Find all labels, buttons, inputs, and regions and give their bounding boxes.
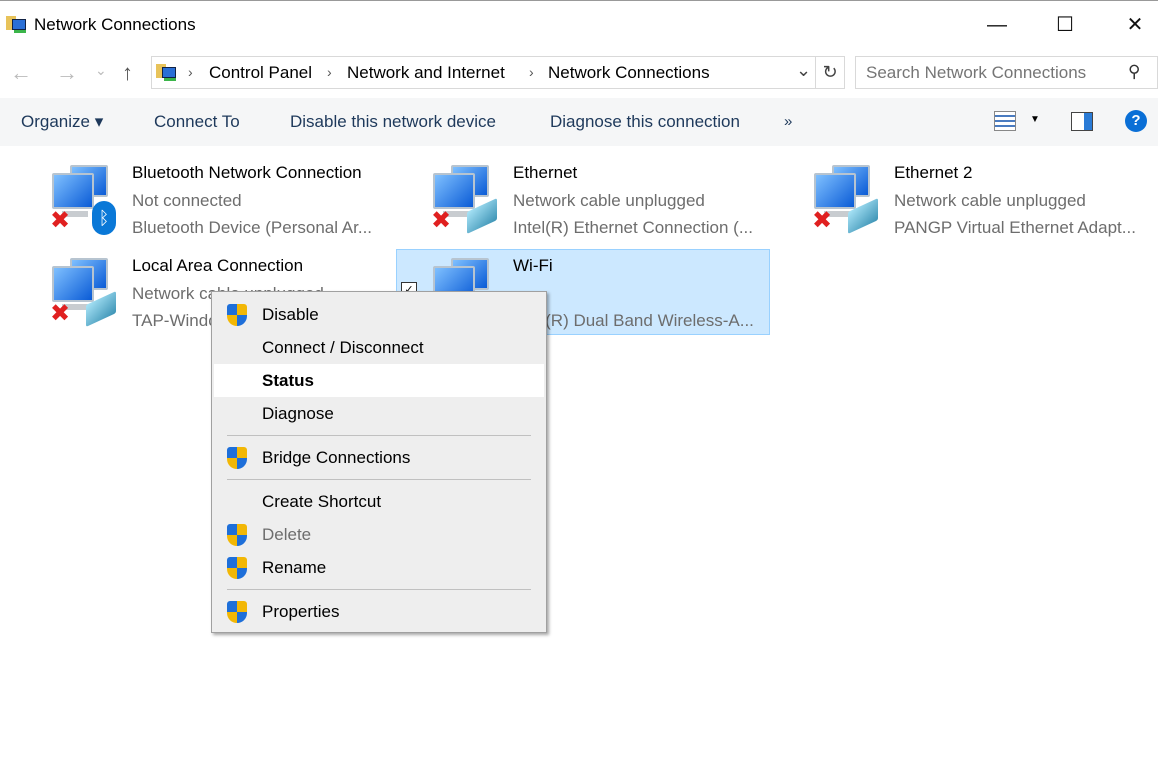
disconnected-icon: ✖ — [812, 207, 833, 234]
menu-item-properties[interactable]: Properties — [212, 595, 546, 628]
menu-item-create-shortcut[interactable]: Create Shortcut — [212, 485, 546, 518]
menu-separator — [227, 589, 531, 590]
connection-device: PANGP Virtual Ethernet Adapt... — [894, 218, 1136, 237]
network-adapter-icon: ✖ — [812, 165, 878, 234]
disconnected-icon: ✖ — [50, 207, 71, 234]
help-icon[interactable]: ? — [1125, 110, 1147, 132]
refresh-button[interactable]: ↻ — [816, 56, 845, 89]
connection-status: Network cable unplugged — [513, 191, 705, 210]
change-view-icon[interactable] — [994, 111, 1016, 131]
network-adapter-icon: ✖ — [50, 258, 116, 327]
connection-ethernet[interactable]: ✖ Ethernet Network cable unplugged Intel… — [431, 161, 776, 245]
uac-shield-icon — [227, 524, 247, 546]
connect-to-button[interactable]: Connect To — [154, 112, 240, 132]
search-input[interactable] — [855, 56, 1158, 89]
forward-button[interactable]: → — [56, 60, 78, 86]
top-edge — [0, 0, 1158, 3]
uac-shield-icon — [227, 557, 247, 579]
menu-item-disable[interactable]: Disable — [212, 298, 546, 331]
menu-item-status[interactable]: Status — [214, 364, 544, 397]
breadcrumb-control-panel[interactable]: Control Panel — [209, 63, 312, 83]
uac-shield-icon — [227, 304, 247, 326]
network-adapter-icon: ✖ — [431, 165, 497, 234]
connection-device: Bluetooth Device (Personal Ar... — [132, 218, 373, 237]
context-menu: Disable Connect / Disconnect Status Diag… — [211, 291, 547, 633]
up-button[interactable]: ↑ — [122, 60, 133, 86]
breadcrumb-separator[interactable]: › — [529, 64, 534, 80]
view-dropdown-icon[interactable]: ▼ — [1030, 114, 1040, 125]
disable-device-button[interactable]: Disable this network device — [290, 112, 496, 132]
breadcrumb-separator[interactable]: › — [327, 64, 332, 80]
uac-shield-icon — [227, 447, 247, 469]
breadcrumb-network-connections[interactable]: Network Connections — [548, 63, 710, 83]
connection-name: Ethernet 2 — [894, 163, 973, 182]
menu-separator — [227, 435, 531, 436]
connection-name: Ethernet — [513, 163, 578, 182]
breadcrumb-separator[interactable]: › — [188, 64, 193, 80]
connection-device: Intel(R) Ethernet Connection (... — [513, 218, 754, 237]
menu-item-delete[interactable]: Delete — [212, 518, 546, 551]
maximize-button[interactable]: ☐ — [1042, 8, 1088, 42]
disconnected-icon: ✖ — [50, 300, 71, 327]
search-icon[interactable]: ⚲ — [1128, 62, 1140, 82]
network-adapter-icon: ✖ ᛒ — [50, 165, 116, 235]
address-dropdown-icon[interactable]: ⌄ — [796, 60, 811, 81]
menu-item-bridge-connections[interactable]: Bridge Connections — [212, 441, 546, 474]
breadcrumb-network-and-internet[interactable]: Network and Internet — [347, 63, 505, 83]
organize-button[interactable]: Organize ▾ — [21, 112, 103, 132]
connection-status: Network cable unplugged — [894, 191, 1086, 210]
back-button[interactable]: ← — [10, 60, 32, 86]
connection-ethernet-2[interactable]: ✖ Ethernet 2 Network cable unplugged PAN… — [812, 161, 1157, 245]
preview-pane-icon[interactable] — [1071, 112, 1093, 131]
connection-name: Wi-Fi — [513, 256, 553, 275]
more-commands-button[interactable]: » — [784, 113, 792, 130]
connection-device: Intel(R) Dual Band Wireless-A... — [513, 311, 754, 330]
connection-status: Not connected — [132, 191, 242, 210]
connection-name: Bluetooth Network Connection — [132, 163, 362, 182]
menu-item-diagnose[interactable]: Diagnose — [212, 397, 546, 430]
diagnose-button[interactable]: Diagnose this connection — [550, 112, 740, 132]
minimize-button[interactable]: — — [974, 8, 1020, 42]
connection-bluetooth[interactable]: ✖ ᛒ Bluetooth Network Connection Not conn… — [50, 161, 395, 245]
window-title: Network Connections — [34, 15, 196, 34]
menu-item-connect-disconnect[interactable]: Connect / Disconnect — [212, 331, 546, 364]
bluetooth-icon: ᛒ — [92, 201, 116, 235]
disconnected-icon: ✖ — [431, 207, 452, 234]
recent-locations-button[interactable]: ⌄ — [95, 62, 107, 79]
menu-item-rename[interactable]: Rename — [212, 551, 546, 584]
connection-name: Local Area Connection — [132, 256, 304, 275]
network-folder-icon — [156, 62, 178, 82]
close-button[interactable]: ✕ — [1112, 8, 1158, 42]
uac-shield-icon — [227, 601, 247, 623]
menu-separator — [227, 479, 531, 480]
network-folder-icon — [6, 14, 28, 34]
